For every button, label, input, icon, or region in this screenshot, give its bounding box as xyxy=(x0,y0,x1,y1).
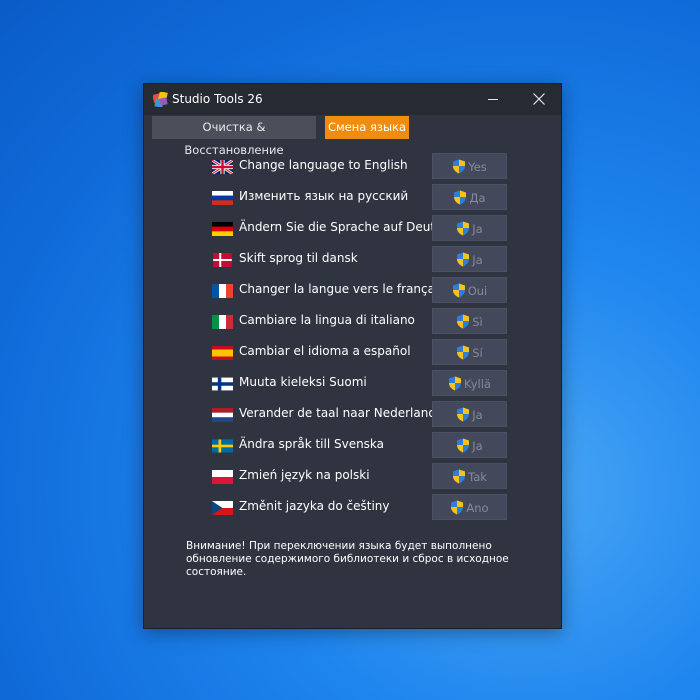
language-label: Ändra språk till Svenska xyxy=(239,437,385,451)
switch-language-button[interactable]: Yes xyxy=(432,153,507,179)
switch-language-button[interactable]: Ja xyxy=(432,246,507,272)
uac-shield-icon xyxy=(456,314,470,329)
language-label: Zmień język na polski xyxy=(239,468,370,482)
warning-text: Внимание! При переключении языка будет в… xyxy=(186,540,509,578)
language-row: Изменить язык на русский Да xyxy=(144,184,561,210)
language-label: Change language to English xyxy=(239,158,408,172)
denmark-flag-icon xyxy=(212,253,233,267)
uk-flag-icon xyxy=(212,160,233,174)
language-row: Change language to English Yes xyxy=(144,153,561,179)
switch-language-button[interactable]: Sì xyxy=(432,308,507,334)
button-label: Ano xyxy=(466,501,489,515)
language-label: Cambiare la lingua di italiano xyxy=(239,313,415,327)
language-row: Ändern Sie die Sprache auf Deutsch Ja xyxy=(144,215,561,241)
uac-shield-icon xyxy=(453,190,467,205)
russia-flag-icon xyxy=(212,191,233,205)
uac-shield-icon xyxy=(452,283,466,298)
tab-change-language[interactable]: Смена языка xyxy=(325,116,409,139)
switch-language-button[interactable]: Ja xyxy=(432,401,507,427)
sweden-flag-icon xyxy=(212,439,233,453)
germany-flag-icon xyxy=(212,222,233,236)
language-label: Muuta kieleksi Suomi xyxy=(239,375,367,389)
button-label: Kyllä xyxy=(464,377,491,391)
uac-shield-icon xyxy=(456,438,470,453)
close-button[interactable] xyxy=(516,84,562,115)
uac-shield-icon xyxy=(456,252,470,267)
poland-flag-icon xyxy=(212,470,233,484)
button-label: Yes xyxy=(468,160,487,174)
switch-language-button[interactable]: Ja xyxy=(432,432,507,458)
netherlands-flag-icon xyxy=(212,408,233,422)
button-label: Ja xyxy=(472,222,483,236)
uac-shield-icon xyxy=(456,345,470,360)
language-label: Changer la langue vers le français xyxy=(239,282,445,296)
button-label: Sí xyxy=(472,346,483,360)
uac-shield-icon xyxy=(448,376,462,391)
language-label: Skift sprog til dansk xyxy=(239,251,358,265)
switch-language-button[interactable]: Ja xyxy=(432,215,507,241)
uac-shield-icon xyxy=(450,500,464,515)
language-row: Ändra språk till Svenska Ja xyxy=(144,432,561,458)
window-title: Studio Tools 26 xyxy=(172,92,263,106)
finland-flag-icon xyxy=(212,377,233,391)
spain-flag-icon xyxy=(212,346,233,360)
language-row: Verander de taal naar Nederlands Ja xyxy=(144,401,561,427)
language-label: Ändern Sie die Sprache auf Deutsch xyxy=(239,220,456,234)
language-label: Cambiar el idioma a español xyxy=(239,344,411,358)
button-label: Ja xyxy=(472,408,483,422)
czech-flag-icon xyxy=(212,501,233,515)
language-label: Изменить язык на русский xyxy=(239,189,409,203)
language-row: Zmień język na polski Tak xyxy=(144,463,561,489)
uac-shield-icon xyxy=(456,407,470,422)
button-label: Ja xyxy=(472,253,483,267)
button-label: Sì xyxy=(472,315,483,329)
switch-language-button[interactable]: Да xyxy=(432,184,507,210)
app-icon xyxy=(153,92,168,107)
italy-flag-icon xyxy=(212,315,233,329)
switch-language-button[interactable]: Oui xyxy=(432,277,507,303)
france-flag-icon xyxy=(212,284,233,298)
language-row: Muuta kieleksi Suomi Kyllä xyxy=(144,370,561,396)
language-row: Changer la langue vers le français Oui xyxy=(144,277,561,303)
language-row: Skift sprog til dansk Ja xyxy=(144,246,561,272)
language-row: Cambiare la lingua di italiano Sì xyxy=(144,308,561,334)
switch-language-button[interactable]: Ano xyxy=(432,494,507,520)
minimize-button[interactable] xyxy=(470,84,516,115)
button-label: Tak xyxy=(468,470,487,484)
language-row: Cambiar el idioma a español Sí xyxy=(144,339,561,365)
uac-shield-icon xyxy=(452,469,466,484)
button-label: Oui xyxy=(467,284,488,298)
button-label: Да xyxy=(469,191,486,205)
switch-language-button[interactable]: Tak xyxy=(432,463,507,489)
tab-cleanup-restore[interactable]: Очистка & Восстановление xyxy=(152,116,316,157)
minimize-icon xyxy=(488,99,498,100)
title-bar[interactable]: Studio Tools 26 xyxy=(144,84,561,115)
switch-language-button[interactable]: Sí xyxy=(432,339,507,365)
language-row: Změnit jazyka do češtiny Ano xyxy=(144,494,561,520)
switch-language-button[interactable]: Kyllä xyxy=(432,370,507,396)
language-label: Verander de taal naar Nederlands xyxy=(239,406,443,420)
uac-shield-icon xyxy=(456,221,470,236)
close-icon xyxy=(533,93,545,105)
studio-tools-window: Studio Tools 26 Очистка & Восстановление… xyxy=(143,83,562,629)
uac-shield-icon xyxy=(452,159,466,174)
button-label: Ja xyxy=(472,439,483,453)
language-label: Změnit jazyka do češtiny xyxy=(239,499,390,513)
